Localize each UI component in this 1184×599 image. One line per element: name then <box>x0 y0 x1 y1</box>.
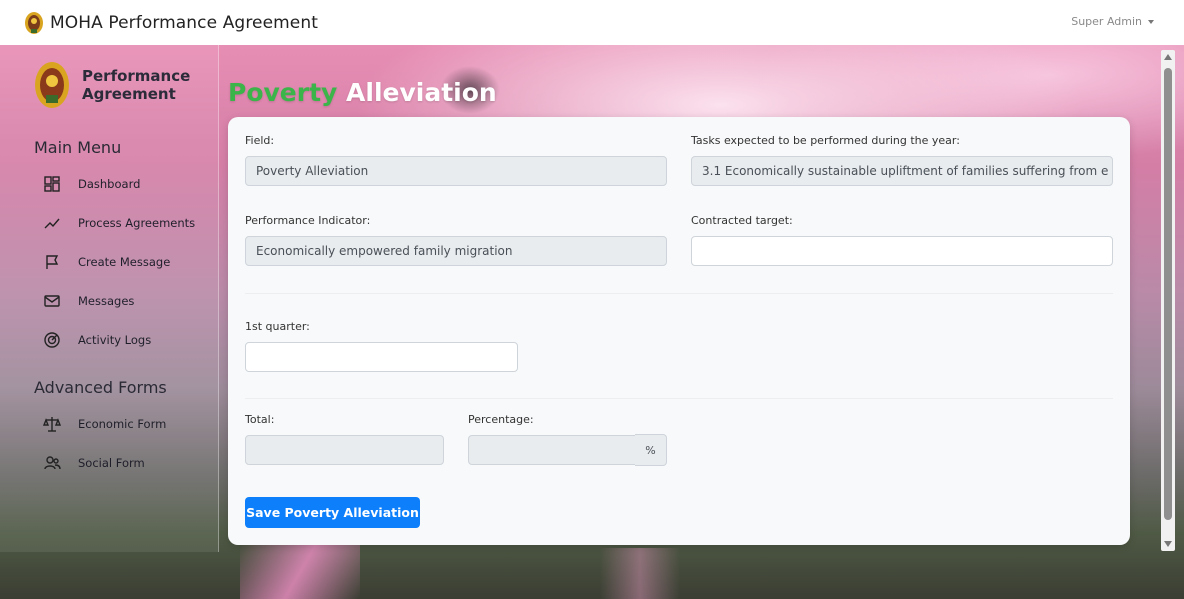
sidebar-item-label: Dashboard <box>78 177 141 191</box>
sidebar-item-messages[interactable]: Messages <box>42 291 134 311</box>
contracted-target-label: Contracted target: <box>691 214 793 227</box>
performance-indicator-label: Performance Indicator: <box>245 214 371 227</box>
divider <box>245 398 1113 399</box>
sidebar-item-social-form[interactable]: Social Form <box>42 453 145 473</box>
sidebar-item-label: Activity Logs <box>78 333 152 347</box>
dashboard-icon <box>44 176 60 192</box>
divider <box>245 293 1113 294</box>
sidebar-item-process-agreements[interactable]: Process Agreements <box>42 213 195 233</box>
percentage-input[interactable] <box>468 435 636 465</box>
sidebar-item-label: Social Form <box>78 456 145 470</box>
total-input[interactable] <box>245 435 444 465</box>
sidebar-item-label: Economic Form <box>78 417 167 431</box>
page-title-rest: Alleviation <box>346 78 497 107</box>
page-title: Poverty Alleviation <box>228 78 497 107</box>
sidebar-item-label: Process Agreements <box>78 216 196 230</box>
users-icon <box>44 456 61 470</box>
total-label: Total: <box>245 413 275 426</box>
advanced-forms-heading: Advanced Forms <box>34 378 167 397</box>
scrollbar-thumb[interactable] <box>1164 68 1172 520</box>
sidebar-item-label: Create Message <box>78 255 171 269</box>
sidebar-item-dashboard[interactable]: Dashboard <box>42 174 140 194</box>
scrollbar[interactable] <box>1161 50 1175 551</box>
first-quarter-label: 1st quarter: <box>245 320 310 333</box>
top-navbar: MOHA Performance Agreement Super Admin <box>0 0 1184 45</box>
first-quarter-input[interactable] <box>245 342 518 372</box>
background-path-2 <box>600 548 680 599</box>
sidebar-brand-label: Performance Agreement <box>82 67 191 103</box>
sidebar-item-activity-logs[interactable]: Activity Logs <box>42 330 151 350</box>
percent-addon: % <box>635 434 667 466</box>
main-menu-heading: Main Menu <box>34 138 122 157</box>
radar-icon <box>44 332 60 348</box>
tasks-input[interactable]: 3.1 Economically sustainable upliftment … <box>691 156 1113 186</box>
user-menu[interactable]: Super Admin <box>1071 15 1154 28</box>
app-title[interactable]: MOHA Performance Agreement <box>50 13 318 33</box>
sidebar: Performance Agreement Main Menu Dashboar… <box>0 45 219 552</box>
sidebar-item-create-message[interactable]: Create Message <box>42 252 170 272</box>
field-input[interactable]: Poverty Alleviation <box>245 156 667 186</box>
scroll-up-icon[interactable] <box>1164 54 1172 60</box>
trend-line-icon <box>44 218 60 229</box>
sidebar-brand[interactable]: Performance Agreement <box>34 61 192 109</box>
user-name: Super Admin <box>1071 15 1142 28</box>
form-card: Field: Poverty Alleviation Tasks expecte… <box>228 117 1130 545</box>
scroll-down-icon[interactable] <box>1164 541 1172 547</box>
field-label: Field: <box>245 134 275 147</box>
sidebar-item-economic-form[interactable]: Economic Form <box>42 414 166 434</box>
envelope-icon <box>44 295 60 307</box>
background-path <box>240 545 360 599</box>
page-title-highlight: Poverty <box>228 78 338 107</box>
contracted-target-input[interactable] <box>691 236 1113 266</box>
tasks-label: Tasks expected to be performed during th… <box>691 134 960 147</box>
flag-icon <box>46 255 59 269</box>
caret-down-icon <box>1148 19 1154 24</box>
scale-icon <box>42 417 62 432</box>
sidebar-item-label: Messages <box>78 294 135 308</box>
percentage-label: Percentage: <box>468 413 534 426</box>
performance-indicator-input[interactable]: Economically empowered family migration <box>245 236 667 266</box>
emblem-icon <box>25 11 43 34</box>
emblem-icon <box>35 62 69 108</box>
save-button[interactable]: Save Poverty Alleviation <box>245 497 420 528</box>
